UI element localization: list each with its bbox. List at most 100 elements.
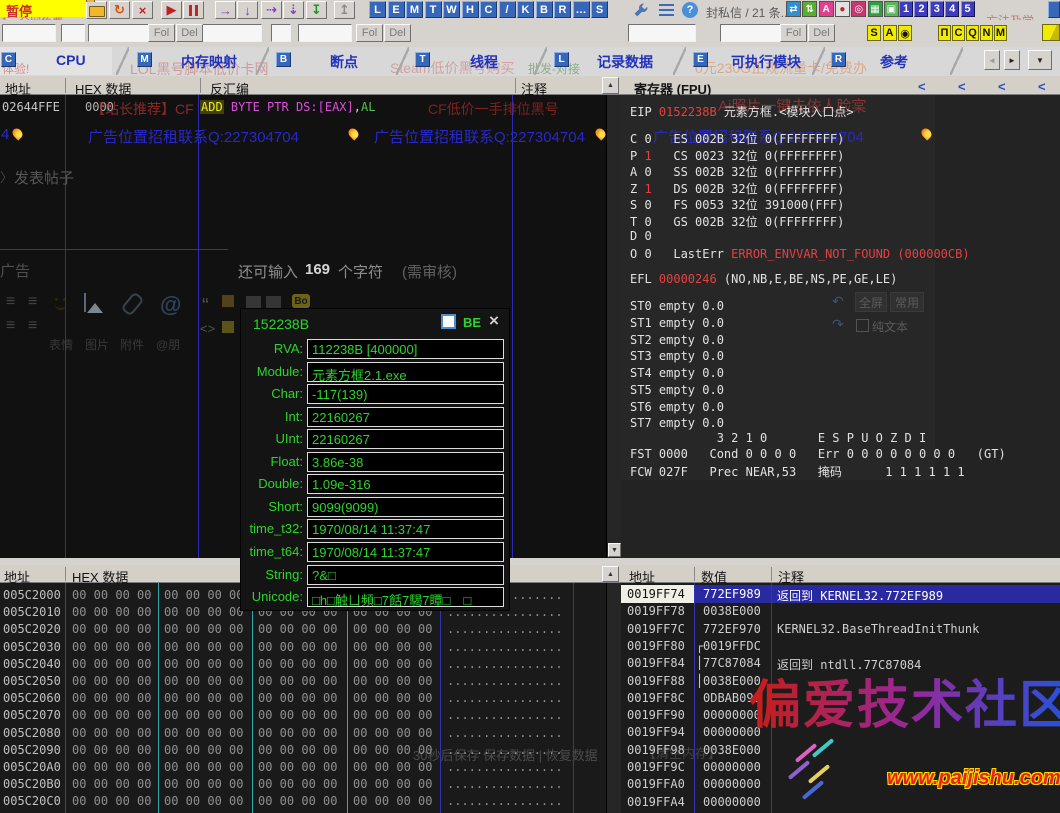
- yellow-button-A[interactable]: A: [883, 25, 897, 41]
- hex-dump-panel[interactable]: 005C200000 00 00 0000 00 00 0000 00 00 0…: [0, 583, 606, 813]
- register-line[interactable]: ST7 empty 0.0: [630, 416, 724, 430]
- collapse-icon[interactable]: <: [998, 79, 1006, 94]
- del-button[interactable]: Del: [176, 24, 203, 42]
- register-line[interactable]: FST 0000 Cond 0 0 0 0 Err 0 0 0 0 0 0 0 …: [630, 447, 1006, 461]
- register-line[interactable]: ST5 empty 0.0: [630, 383, 724, 397]
- register-line[interactable]: EIP 0152238B 元素方框.<模块入口点>: [630, 103, 854, 120]
- undo-icon[interactable]: ↶: [832, 293, 844, 310]
- letter-button-S[interactable]: S: [591, 1, 608, 18]
- tab-线程[interactable]: 线程: [470, 52, 498, 72]
- register-line[interactable]: 3 2 1 0 E S P U O Z D I: [630, 431, 926, 445]
- register-line[interactable]: A 0 SS 002B 32位 0(FFFFFFFF): [630, 163, 844, 180]
- swap-button[interactable]: ⇄: [786, 1, 801, 17]
- stack-row[interactable]: 0019FF9C00000000: [621, 760, 1060, 776]
- assemble-button[interactable]: A: [819, 1, 834, 17]
- stack-row[interactable]: 0019FFA000000000: [621, 777, 1060, 793]
- dump-row[interactable]: 005C20C000 00 00 0000 00 00 0000 00 00 0…: [0, 794, 606, 810]
- bold-badge-icon[interactable]: Bo: [292, 294, 310, 308]
- disasm-scroll-down-button[interactable]: ▼: [608, 543, 621, 557]
- fol-button[interactable]: Fol: [780, 24, 807, 42]
- register-line[interactable]: ST3 empty 0.0: [630, 349, 724, 363]
- letter-button-C[interactable]: C: [480, 1, 497, 18]
- fol-button[interactable]: Fol: [356, 24, 383, 42]
- yellow-button-Q[interactable]: Q: [966, 25, 979, 41]
- register-line[interactable]: Z 1 DS 002B 32位 0(FFFFFFFF): [630, 180, 844, 197]
- dump-row[interactable]: 005C20B000 00 00 0000 00 00 0000 00 00 0…: [0, 777, 606, 793]
- be-checkbox[interactable]: [441, 314, 456, 329]
- stack-panel[interactable]: 0019FF74772EF989返回到 KERNEL32.772EF989001…: [621, 583, 1060, 813]
- help-icon[interactable]: ?: [682, 2, 698, 18]
- code-icon[interactable]: <>: [200, 321, 215, 336]
- register-line[interactable]: FCW 027F Prec NEAR,53 掩码 1 1 1 1 1 1: [630, 463, 965, 480]
- register-line[interactable]: O 0 LastErr ERROR_ENVVAR_NOT_FOUND (0000…: [630, 247, 970, 261]
- register-panel[interactable]: Ai照片一键去依人脸宲 广告位置招租联系Q:227304704 ↶ ↷ 全屏 常…: [621, 95, 1060, 558]
- letter-button-H[interactable]: H: [462, 1, 479, 18]
- tab-CPU[interactable]: CPU: [56, 52, 86, 68]
- tab-nav-right-button[interactable]: ►: [1004, 50, 1020, 70]
- open-file-button[interactable]: [86, 1, 107, 19]
- tab-nav-left-button[interactable]: ◄: [984, 50, 1000, 70]
- collapse-icon[interactable]: <: [1038, 79, 1046, 94]
- stack-row[interactable]: 0019FF9400000000: [621, 725, 1060, 741]
- stack-row[interactable]: 0019FF88│0038E000: [621, 674, 1060, 690]
- yellow-button-C[interactable]: C: [952, 25, 965, 41]
- list-format-icon[interactable]: ≡: [6, 317, 15, 335]
- partial-yellow-icon[interactable]: [1042, 24, 1060, 41]
- lock-icon[interactable]: [222, 321, 234, 333]
- dump-row[interactable]: 005C204000 00 00 0000 00 00 0000 00 00 0…: [0, 657, 606, 673]
- letter-button-B[interactable]: B: [536, 1, 553, 18]
- register-line[interactable]: ST6 empty 0.0: [630, 400, 724, 414]
- letter-button-…[interactable]: …: [573, 1, 590, 18]
- partial-button[interactable]: [1048, 1, 1060, 18]
- run-to-cursor-button[interactable]: ⇢: [261, 1, 282, 19]
- stack-row[interactable]: 0019FFA400000000: [621, 795, 1060, 811]
- stack-row[interactable]: 0019FF74772EF989返回到 KERNEL32.772EF989: [621, 587, 1060, 603]
- toolbar-input[interactable]: [61, 24, 85, 42]
- record-button[interactable]: ●: [835, 1, 850, 17]
- yellow-button-S[interactable]: S: [867, 25, 881, 41]
- quote-icon[interactable]: “: [202, 295, 209, 318]
- register-line[interactable]: ST4 empty 0.0: [630, 366, 724, 380]
- align-icon[interactable]: ≡: [6, 293, 15, 311]
- plaintext-checkbox[interactable]: [856, 319, 869, 332]
- dump-row[interactable]: 005C20A000 00 00 0000 00 00 0000 00 00 0…: [0, 760, 606, 776]
- redo-icon[interactable]: ↷: [832, 316, 844, 333]
- align-icon[interactable]: ≡: [28, 293, 37, 311]
- stack-row[interactable]: 0019FF780038E000: [621, 604, 1060, 620]
- yellow-button-П[interactable]: П: [938, 25, 951, 41]
- register-line[interactable]: T 0 GS 002B 32位 0(FFFFFFFF): [630, 213, 844, 230]
- register-line[interactable]: ST2 empty 0.0: [630, 333, 724, 347]
- yellow-button-◉[interactable]: ◉: [898, 25, 912, 41]
- toolbar-input[interactable]: [88, 24, 149, 42]
- video-icon[interactable]: [246, 296, 261, 308]
- sort-button[interactable]: ⇅: [802, 1, 817, 17]
- pause-button[interactable]: [183, 1, 204, 19]
- letter-button-K[interactable]: K: [517, 1, 534, 18]
- tab-断点[interactable]: 断点: [330, 52, 358, 72]
- disasm-scroll-up-button[interactable]: ▲: [602, 77, 619, 94]
- letter-button-T[interactable]: T: [425, 1, 442, 18]
- attachment-icon[interactable]: [120, 291, 144, 316]
- popup-close-icon[interactable]: ×: [489, 311, 499, 331]
- stack-row[interactable]: 0019FF980038E000: [621, 743, 1060, 759]
- common-button[interactable]: 常用: [890, 292, 924, 312]
- letter-button-R[interactable]: R: [554, 1, 571, 18]
- stack-row[interactable]: 0019FF7C772EF970KERNEL32.BaseThreadInitT…: [621, 622, 1060, 638]
- disasm-scrollbar[interactable]: ▼: [606, 95, 621, 558]
- toolbar-input[interactable]: [271, 24, 291, 42]
- download-button[interactable]: ↧: [306, 1, 327, 19]
- number-button-3[interactable]: 3: [930, 1, 944, 17]
- toolbar-input[interactable]: [720, 24, 781, 42]
- del-button[interactable]: Del: [384, 24, 411, 42]
- yellow-button-N[interactable]: N: [980, 25, 993, 41]
- target-button[interactable]: ◎: [851, 1, 866, 17]
- upload-button[interactable]: ↥: [334, 1, 355, 19]
- list-format-icon[interactable]: ≡: [28, 317, 37, 335]
- value-inspect-popup[interactable]: 152238B BE × RVA:112238B [400000]Module:…: [240, 308, 510, 611]
- letter-button-E[interactable]: E: [388, 1, 405, 18]
- dump-row[interactable]: 005C202000 00 00 0000 00 00 0000 00 00 0…: [0, 622, 606, 638]
- stack-row[interactable]: 0019FF84│77C87084返回到 ntdll.77C87084: [621, 656, 1060, 672]
- number-button-4[interactable]: 4: [945, 1, 959, 17]
- tab-记录数据[interactable]: 记录数据: [597, 52, 653, 72]
- dump-row[interactable]: 005C207000 00 00 0000 00 00 0000 00 00 0…: [0, 708, 606, 724]
